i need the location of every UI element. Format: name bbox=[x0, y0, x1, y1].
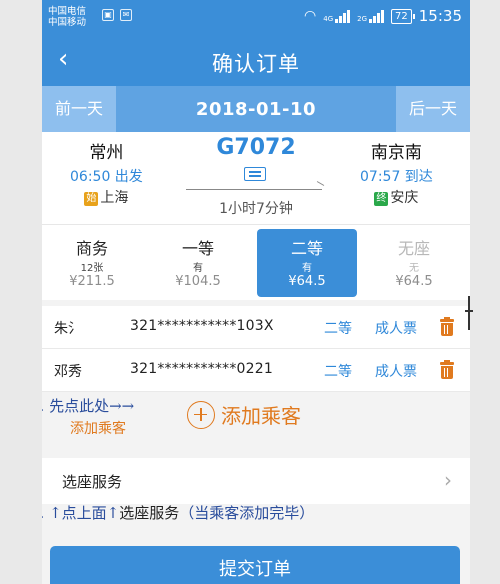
seat-option-business[interactable]: 商务 12张 ¥211.5 bbox=[42, 235, 142, 295]
image-notification-icon: ▣ bbox=[102, 9, 114, 21]
signal-4g-icon: 4G bbox=[323, 9, 351, 23]
seat-availability: 12张 bbox=[80, 263, 104, 274]
plus-circle-icon bbox=[187, 400, 215, 429]
prev-day-button[interactable]: 前一天 bbox=[42, 86, 117, 132]
passenger-ticket-type[interactable]: 成人票 bbox=[375, 318, 417, 338]
terminal-name: 安庆 bbox=[390, 190, 419, 206]
seat-name: 无座 bbox=[397, 239, 430, 258]
add-passenger-label: 添加乘客 bbox=[221, 404, 301, 428]
annotation-step-1-detail: 添加乘客 bbox=[70, 421, 126, 437]
screenshot-frame: 中国电信 中国移动 ▣ ✉ ◠ 4G 2G 72 15:35 ‹ 确认订单 前一… bbox=[0, 0, 500, 584]
passenger-seat-class[interactable]: 二等 bbox=[324, 318, 352, 338]
page-title: 确认订单 bbox=[212, 52, 300, 76]
route-arrow bbox=[186, 189, 322, 190]
terminal-badge: 终 bbox=[374, 192, 389, 206]
side-scroll-marker bbox=[465, 296, 473, 330]
battery-indicator: 72 bbox=[391, 8, 415, 24]
seat-price: ¥64.5 bbox=[288, 274, 326, 289]
seat-name: 商务 bbox=[75, 239, 108, 258]
travel-date[interactable]: 2018-01-10 bbox=[196, 99, 316, 120]
delete-passenger-icon[interactable] bbox=[440, 317, 454, 336]
title-bar: ‹ 确认订单 bbox=[42, 34, 470, 86]
wifi-icon: ◠ bbox=[304, 8, 317, 24]
seat-option-standing[interactable]: 无座 无 ¥64.5 bbox=[364, 235, 464, 295]
seat-class-selector: 商务 12张 ¥211.5 一等 有 ¥104.5 二等 有 ¥64.5 无座 … bbox=[42, 224, 470, 300]
status-bar: 中国电信 中国移动 ▣ ✉ ◠ 4G 2G 72 15:35 bbox=[42, 0, 470, 34]
arrival-station: 南京南 bbox=[370, 143, 422, 163]
phone-screen: 中国电信 中国移动 ▣ ✉ ◠ 4G 2G 72 15:35 ‹ 确认订单 前一… bbox=[42, 0, 470, 584]
seat-name: 一等 bbox=[181, 239, 214, 258]
seat-name: 二等 bbox=[290, 239, 323, 258]
seat-selection-service[interactable]: 选座服务 › bbox=[42, 458, 470, 504]
seat-availability: 有 bbox=[302, 263, 312, 274]
submit-order-button[interactable]: 提交订单 bbox=[50, 546, 460, 584]
seat-service-label: 选座服务 bbox=[62, 473, 123, 491]
passenger-name: 朱氵 bbox=[54, 321, 82, 337]
passenger-id: 321***********103X bbox=[130, 318, 274, 334]
add-passenger-button[interactable]: 添加乘客 bbox=[187, 400, 301, 429]
annotation-step-2: 2. ↑点上面↑选座服务（当乘客添加完毕） bbox=[42, 502, 314, 523]
departure-time: 06:50 出发 bbox=[70, 169, 143, 185]
terminal-station: 终安庆 bbox=[360, 187, 433, 207]
annotation-step-2-a: 2. ↑点上面↑ bbox=[42, 504, 120, 522]
passenger-name: 邓秀 bbox=[54, 364, 82, 380]
carrier-info: 中国电信 中国移动 bbox=[48, 6, 86, 28]
arrival-info: 南京南 07:57 到达 终安庆 bbox=[360, 138, 433, 207]
chevron-right-icon: › bbox=[444, 468, 452, 492]
passenger-ticket-type[interactable]: 成人票 bbox=[375, 361, 417, 381]
seat-price: ¥211.5 bbox=[69, 274, 115, 289]
carrier-1: 中国电信 bbox=[48, 6, 87, 17]
carrier-2: 中国移动 bbox=[48, 17, 87, 28]
passenger-row[interactable]: 邓秀 321***********0221 二等 成人票 bbox=[42, 349, 470, 392]
date-bar: 前一天 2018-01-10 后一天 bbox=[42, 86, 470, 132]
annotation-step-2-c: （当乘客添加完毕） bbox=[179, 504, 315, 522]
seat-price: ¥104.5 bbox=[175, 274, 221, 289]
notification-icons: ▣ ✉ bbox=[102, 9, 132, 21]
status-right: ◠ 4G 2G 72 15:35 bbox=[304, 7, 462, 25]
seat-option-first[interactable]: 一等 有 ¥104.5 bbox=[148, 235, 248, 295]
passenger-list: 朱氵 321***********103X 二等 成人票 邓秀 321*****… bbox=[42, 306, 470, 392]
delete-passenger-icon[interactable] bbox=[440, 360, 454, 379]
passenger-row[interactable]: 朱氵 321***********103X 二等 成人票 bbox=[42, 306, 470, 349]
next-day-button[interactable]: 后一天 bbox=[395, 86, 470, 132]
seat-price: ¥64.5 bbox=[395, 274, 433, 289]
add-passenger-row: 1. 先点此处→→ 添加乘客 添加乘客 bbox=[42, 392, 470, 452]
arrival-time: 07:57 到达 bbox=[360, 169, 433, 185]
passenger-id: 321***********0221 bbox=[130, 361, 273, 377]
ticket-icon bbox=[244, 167, 266, 181]
annotation-step-1: 1. 先点此处→→ bbox=[42, 397, 135, 415]
app-notification-icon: ✉ bbox=[120, 9, 132, 21]
passenger-seat-class[interactable]: 二等 bbox=[324, 361, 352, 381]
signal-2g-icon: 2G bbox=[357, 9, 385, 23]
seat-availability: 无 bbox=[409, 263, 419, 274]
annotation-step-2-b: 选座服务 bbox=[119, 504, 180, 522]
seat-availability: 有 bbox=[193, 263, 203, 274]
clock: 15:35 bbox=[418, 7, 462, 25]
seat-option-second[interactable]: 二等 有 ¥64.5 bbox=[257, 229, 357, 297]
trip-summary: 常州 06:50 出发 始上海 G7072 1小时7分钟 南京南 07:57 到… bbox=[42, 132, 470, 224]
